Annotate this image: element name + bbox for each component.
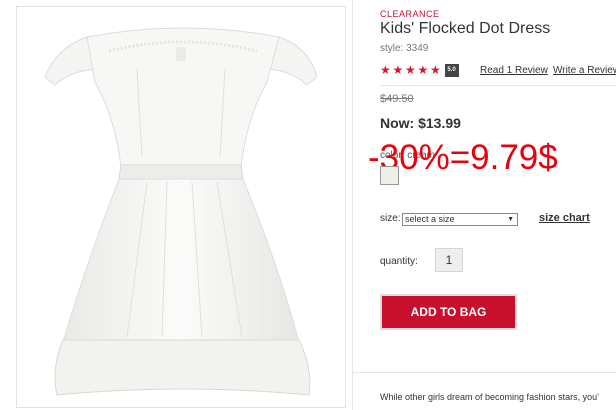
column-divider: [352, 0, 353, 410]
rating-stars: ★ ★ ★ ★ ★ 5.0: [380, 63, 459, 77]
style-number: style: 3349: [380, 43, 429, 54]
clearance-badge: CLEARANCE: [380, 9, 440, 19]
product-info: CLEARANCE Kids' Flocked Dot Dress style:…: [352, 0, 616, 410]
product-description: While other girls dream of becoming fash…: [380, 392, 599, 402]
star-icon: ★: [405, 63, 416, 77]
product-image[interactable]: [16, 6, 346, 408]
color-swatch-cream[interactable]: [380, 166, 399, 185]
dress-image: [44, 27, 318, 396]
quantity-label: quantity:: [380, 256, 418, 267]
star-icon: ★: [417, 63, 429, 77]
add-to-bag-button[interactable]: ADD TO BAG: [380, 294, 517, 330]
chevron-down-icon: ▼: [507, 216, 514, 223]
star-icon: ★: [380, 63, 391, 77]
divider: [380, 85, 616, 86]
size-chart-link[interactable]: size chart: [539, 212, 590, 224]
product-title: Kids' Flocked Dot Dress: [380, 20, 551, 37]
original-price: $49.50: [380, 93, 414, 105]
quantity-input[interactable]: 1: [435, 248, 463, 272]
divider: [352, 372, 616, 373]
product-image-panel: [0, 0, 352, 410]
read-review-link[interactable]: Read 1 Review: [480, 65, 548, 76]
rating-score: 5.0: [444, 63, 459, 77]
size-select-value: select a size: [405, 214, 455, 224]
star-icon: ★: [430, 63, 441, 77]
sale-price: Now: $13.99: [380, 115, 461, 131]
star-icon: ★: [392, 63, 404, 77]
size-select[interactable]: select a size ▼: [402, 213, 518, 226]
size-label: size:: [380, 213, 401, 224]
write-review-link[interactable]: Write a Review: [553, 65, 616, 76]
